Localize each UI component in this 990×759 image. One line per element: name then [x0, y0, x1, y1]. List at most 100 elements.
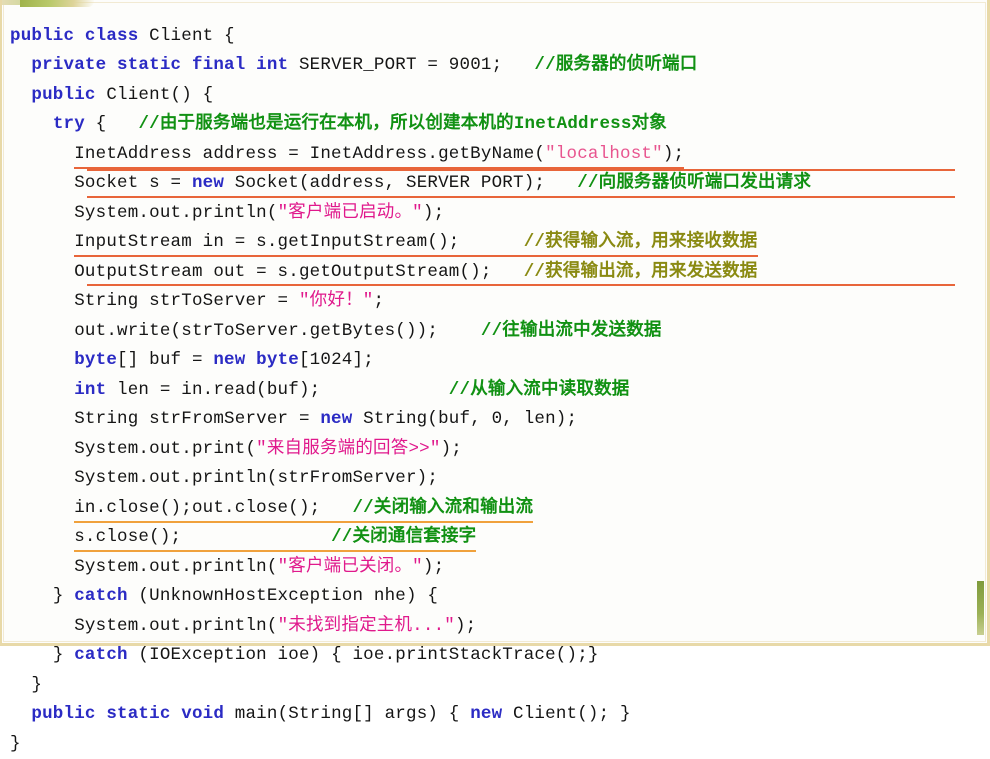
code-line-text: } catch (UnknownHostException nhe) {: [53, 586, 438, 606]
line-close-ctor: }: [2, 671, 990, 701]
code-indent: [10, 114, 53, 134]
code-line-text: in.close();out.close(); //关闭输入流和输出流: [74, 495, 533, 523]
code-token: //往输出流中发送数据: [481, 321, 662, 341]
code-token: main(String[] args) {: [224, 704, 470, 724]
code-token: [181, 55, 192, 75]
code-token: {: [85, 114, 139, 134]
code-token: out.write(strToServer.getBytes());: [74, 321, 481, 341]
code-token: }: [53, 645, 74, 665]
highlight-rule-bottom: [87, 284, 955, 286]
code-line-text: InputStream in = s.getInputStream(); //获…: [74, 229, 757, 257]
code-token: //获得输入流，用来接收数据: [524, 232, 758, 252]
line-main: public static void main(String[] args) {…: [2, 700, 990, 730]
code-token: ;: [373, 291, 384, 311]
code-token: [] buf =: [117, 350, 213, 370]
code-indent: [10, 645, 53, 665]
line-println-nohost: System.out.println("未找到指定主机...");: [2, 612, 990, 642]
code-token: SERVER_PORT = 9001;: [288, 55, 534, 75]
code-token: private: [31, 55, 106, 75]
code-indent: [10, 321, 74, 341]
code-indent: [10, 380, 74, 400]
code-token: class: [85, 26, 139, 46]
code-token: //获得输出流，用来发送数据: [524, 262, 758, 282]
code-indent: [10, 85, 31, 105]
code-token: catch: [74, 645, 128, 665]
code-indent: [10, 409, 74, 429]
code-token: //向服务器侦听端口发出请求: [577, 173, 811, 193]
code-line-text: System.out.println("客户端已关闭。");: [74, 557, 444, 577]
code-token: new: [470, 704, 502, 724]
code-token: byte: [256, 350, 299, 370]
line-class-decl: public class Client {: [2, 22, 990, 52]
code-line-text: System.out.println("客户端已启动。");: [74, 203, 444, 223]
code-indent: [10, 203, 74, 223]
code-indent: [10, 55, 31, 75]
code-token: int: [256, 55, 288, 75]
code-indent: [10, 291, 74, 311]
code-line-text: System.out.println(strFromServer);: [74, 468, 438, 488]
code-token: }: [10, 734, 21, 754]
line-close-streams: in.close();out.close(); //关闭输入流和输出流: [2, 494, 990, 524]
line-close-class: }: [2, 730, 990, 759]
code-token: );: [423, 557, 444, 577]
code-token: s.close();: [74, 527, 331, 547]
code-line-text: } catch (IOException ioe) { ioe.printSta…: [53, 645, 599, 665]
code-indent: [10, 586, 53, 606]
line-catch-unknownhost: } catch (UnknownHostException nhe) {: [2, 582, 990, 612]
code-token: //服务器的侦听端口: [534, 55, 697, 75]
code-token: Client() {: [96, 85, 214, 105]
code-token: [96, 704, 107, 724]
code-indent: [10, 704, 31, 724]
code-token: System.out.print(: [74, 439, 256, 459]
code-token: new: [320, 409, 352, 429]
code-token: "你好！": [299, 291, 374, 311]
code-token: //关闭通信套接字: [331, 527, 476, 547]
code-token: byte: [74, 350, 117, 370]
code-indent: [10, 527, 74, 547]
line-close-socket: s.close(); //关闭通信套接字: [2, 523, 990, 553]
code-token: (UnknownHostException nhe) {: [128, 586, 438, 606]
code-token: }: [31, 675, 42, 695]
highlight-rule-bottom: [87, 196, 955, 198]
line-println-closed: System.out.println("客户端已关闭。");: [2, 553, 990, 583]
code-indent: [10, 468, 74, 488]
code-token: }: [53, 586, 74, 606]
code-line-text: try { //由于服务端也是运行在本机，所以创建本机的InetAddress对…: [53, 114, 667, 134]
code-token: public: [31, 704, 95, 724]
code-token: [1024];: [299, 350, 374, 370]
code-token: OutputStream out = s.getOutputStream();: [74, 262, 523, 282]
line-inputstream: InputStream in = s.getInputStream(); //获…: [2, 228, 990, 258]
code-line-text: Socket s = new Socket(address, SERVER PO…: [74, 173, 811, 193]
line-len-read: int len = in.read(buf); //从输入流中读取数据: [2, 376, 990, 406]
code-line-text: String strToServer = "你好！";: [74, 291, 384, 311]
code-line-text: OutputStream out = s.getOutputStream(); …: [74, 262, 757, 282]
code-line-text: String strFromServer = new String(buf, 0…: [74, 409, 577, 429]
line-socket: Socket s = new Socket(address, SERVER PO…: [2, 169, 990, 199]
code-line-text: System.out.println("未找到指定主机...");: [74, 616, 476, 636]
code-line-text: }: [10, 734, 21, 754]
code-token: InetAddress address = InetAddress.getByN…: [74, 144, 545, 164]
code-token: static: [106, 704, 170, 724]
code-indent: [10, 144, 74, 164]
code-token: final: [192, 55, 246, 75]
code-token: [245, 55, 256, 75]
code-line-text: int len = in.read(buf); //从输入流中读取数据: [74, 380, 629, 400]
code-token: void: [181, 704, 224, 724]
code-line-text: public static void main(String[] args) {…: [31, 704, 630, 724]
code-token: //关闭输入流和输出流: [352, 498, 533, 518]
code-token: static: [117, 55, 181, 75]
line-println-started: System.out.println("客户端已启动。");: [2, 199, 990, 229]
line-try: try { //由于服务端也是运行在本机，所以创建本机的InetAddress对…: [2, 110, 990, 140]
code-token: String strToServer =: [74, 291, 299, 311]
code-token: "未找到指定主机...": [278, 616, 455, 636]
code-token: "来自服务端的回答>>": [256, 439, 440, 459]
line-print-reply: System.out.print("来自服务端的回答>>");: [2, 435, 990, 465]
code-token: System.out.println(: [74, 557, 277, 577]
code-indent: [10, 675, 31, 695]
code-line-text: s.close(); //关闭通信套接字: [74, 524, 476, 552]
code-token: InputStream in = s.getInputStream();: [74, 232, 523, 252]
code-indent: [10, 173, 74, 193]
line-buf: byte[] buf = new byte[1024];: [2, 346, 990, 376]
line-out-write: out.write(strToServer.getBytes()); //往输出…: [2, 317, 990, 347]
decoration-top-left-accent: [20, 0, 94, 7]
